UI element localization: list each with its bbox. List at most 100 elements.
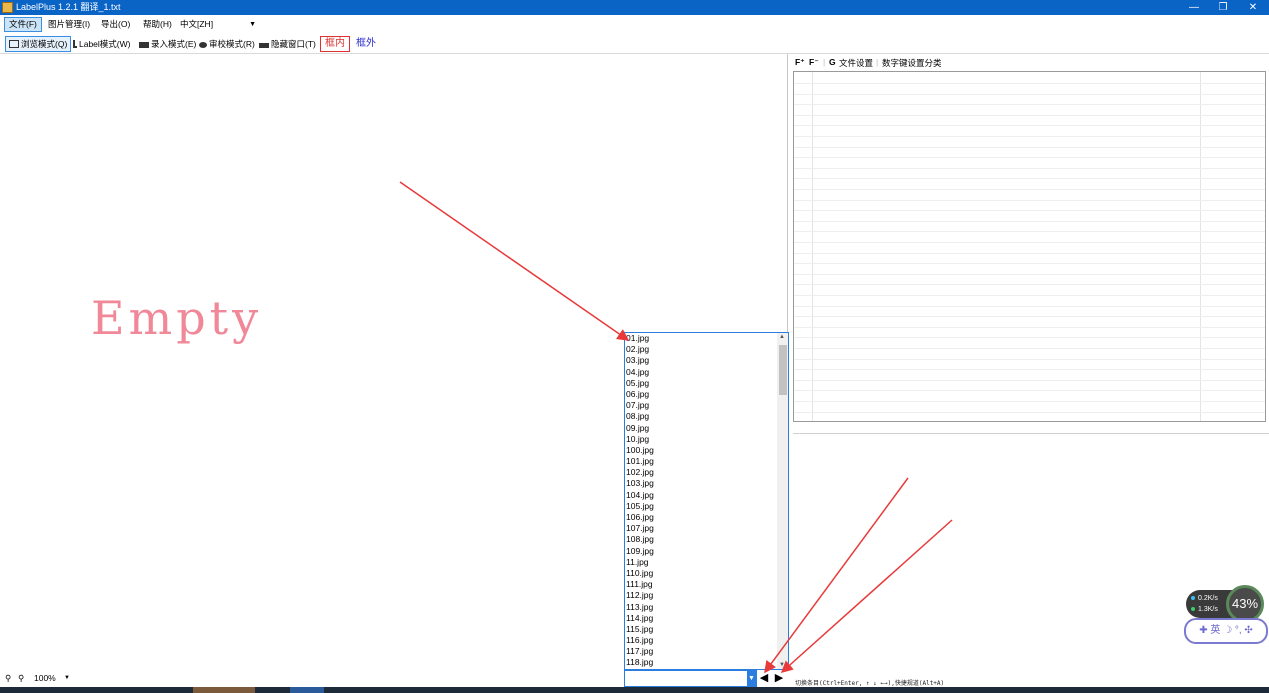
table-row[interactable] (794, 337, 1265, 339)
list-item[interactable]: 118.jpg (625, 657, 788, 668)
list-item[interactable]: 114.jpg (625, 613, 788, 624)
system-monitor-widget[interactable]: 0.2K/s 1.3K/s 43% ✚ 英 ☽ °, ✣ (1183, 584, 1269, 646)
scroll-down-icon[interactable]: ▼ (779, 662, 785, 668)
file-list-scrollbar[interactable]: ▲ ▼ (777, 333, 788, 669)
list-item[interactable]: 05.jpg (625, 378, 788, 389)
table-row[interactable] (794, 358, 1265, 360)
taskbar-app[interactable] (193, 687, 255, 693)
label-mode-button[interactable]: Label模式(W) (70, 36, 133, 52)
table-row[interactable] (794, 242, 1265, 243)
inner-box-toggle[interactable]: 框内 (320, 36, 350, 52)
menu-image-manage[interactable]: 图片管理(I) (44, 17, 94, 32)
table-row[interactable] (794, 390, 1265, 392)
table-row[interactable] (794, 146, 1265, 148)
table-row[interactable] (794, 220, 1265, 222)
label-table[interactable] (793, 71, 1266, 422)
table-row[interactable] (794, 199, 1265, 201)
table-row[interactable] (794, 401, 1265, 402)
list-item[interactable]: 106.jpg (625, 512, 788, 523)
file-list[interactable]: 01.jpg 02.jpg 03.jpg 04.jpg 05.jpg 06.jpg 07.j… (624, 332, 789, 670)
list-item[interactable]: 104.jpg (625, 490, 788, 501)
list-item[interactable]: 03.jpg (625, 355, 788, 366)
language-select[interactable]: 中文[ZH] ▼ (176, 17, 260, 32)
list-item[interactable]: 02.jpg (625, 344, 788, 355)
hide-window-button[interactable]: 隐藏窗口(T) (256, 36, 319, 52)
table-row[interactable] (794, 295, 1265, 296)
list-item[interactable]: 09.jpg (625, 423, 788, 434)
list-item[interactable]: 115.jpg (625, 624, 788, 635)
list-item[interactable]: 102.jpg (625, 467, 788, 478)
list-item[interactable]: 04.jpg (625, 367, 788, 378)
list-item[interactable]: 117.jpg (625, 646, 788, 657)
chevron-down-icon[interactable]: ▼ (64, 675, 70, 681)
list-item[interactable]: 110.jpg (625, 568, 788, 579)
table-row[interactable] (794, 273, 1265, 275)
menu-file[interactable]: 文件(F) (4, 17, 42, 32)
input-mode-button[interactable]: 录入模式(E) (136, 36, 199, 52)
font-decrease-icon[interactable]: F⁻ (809, 57, 819, 68)
list-item[interactable]: 08.jpg (625, 411, 788, 422)
table-row[interactable] (794, 157, 1265, 159)
file-combo[interactable]: ▼ (624, 670, 757, 687)
list-item[interactable]: 113.jpg (625, 602, 788, 613)
minimize-button[interactable]: — (1179, 0, 1209, 15)
table-row[interactable] (794, 136, 1265, 137)
list-item[interactable]: 116.jpg (625, 635, 788, 646)
table-row[interactable] (794, 167, 1265, 169)
zoom-value[interactable]: 100% (34, 673, 56, 683)
table-row[interactable] (794, 348, 1265, 349)
browse-mode-button[interactable]: 浏览模式(Q) (5, 36, 72, 52)
table-row[interactable] (794, 189, 1265, 190)
table-row[interactable] (794, 83, 1265, 84)
list-item[interactable]: 111.jpg (625, 579, 788, 590)
next-image-button[interactable]: ▶ (773, 671, 785, 686)
table-row[interactable] (794, 114, 1265, 116)
chevron-down-icon[interactable]: ▼ (747, 671, 756, 686)
close-button[interactable]: ✕ (1238, 0, 1268, 15)
list-item[interactable]: 11.jpg (625, 557, 788, 568)
list-item[interactable]: 10.jpg (625, 434, 788, 445)
table-row[interactable] (794, 284, 1265, 286)
maximize-button[interactable]: ❐ (1208, 0, 1238, 15)
table-row[interactable] (794, 263, 1265, 265)
list-item[interactable]: 01.jpg (625, 333, 788, 344)
prev-image-button[interactable]: ◀ (758, 671, 770, 686)
list-item[interactable]: 108.jpg (625, 534, 788, 545)
table-row[interactable] (794, 369, 1265, 371)
scroll-up-icon[interactable]: ▲ (779, 334, 785, 340)
menu-help[interactable]: 帮助(H) (139, 17, 176, 32)
outer-box-toggle[interactable]: 框外 (353, 36, 379, 52)
list-item[interactable]: 07.jpg (625, 400, 788, 411)
table-row[interactable] (794, 379, 1265, 381)
list-item[interactable]: 109.jpg (625, 546, 788, 557)
taskbar-app[interactable] (290, 687, 324, 693)
review-mode-button[interactable]: 审校模式(R) (196, 36, 258, 52)
list-item[interactable]: 06.jpg (625, 389, 788, 400)
list-item[interactable]: 107.jpg (625, 523, 788, 534)
zoom-out-icon[interactable]: ⚲ (18, 673, 24, 684)
table-row[interactable] (794, 231, 1265, 233)
table-row[interactable] (794, 252, 1265, 254)
table-row[interactable] (794, 93, 1265, 95)
list-item[interactable]: 101.jpg (625, 456, 788, 467)
file-settings-button[interactable]: 文件设置 (839, 57, 873, 69)
google-icon[interactable]: G (829, 57, 836, 67)
ime-toolbar[interactable]: ✚ 英 ☽ °, ✣ (1184, 618, 1268, 644)
menu-export[interactable]: 导出(O) (97, 17, 134, 32)
table-row[interactable] (794, 326, 1265, 328)
table-row[interactable] (794, 125, 1265, 127)
table-row[interactable] (794, 178, 1265, 180)
table-row[interactable] (794, 411, 1265, 413)
list-item[interactable]: 100.jpg (625, 445, 788, 456)
list-item[interactable]: 105.jpg (625, 501, 788, 512)
zoom-in-icon[interactable]: ⚲ (5, 673, 11, 684)
font-increase-icon[interactable]: F⁺ (795, 57, 805, 68)
list-item[interactable]: 103.jpg (625, 478, 788, 489)
scroll-thumb[interactable] (779, 345, 787, 395)
table-row[interactable] (794, 210, 1265, 212)
list-item[interactable]: 112.jpg (625, 590, 788, 601)
numkey-settings-button[interactable]: 数字键设置分类 (882, 57, 942, 69)
table-row[interactable] (794, 104, 1265, 106)
table-row[interactable] (794, 305, 1265, 307)
table-row[interactable] (794, 316, 1265, 318)
